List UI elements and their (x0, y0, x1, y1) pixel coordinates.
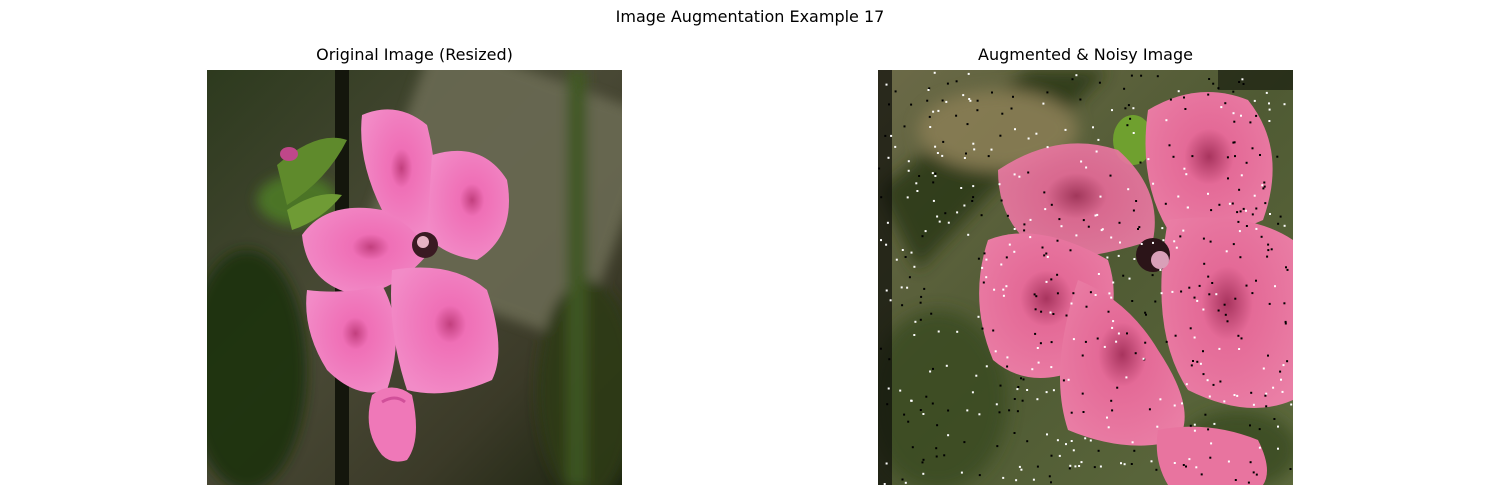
figure-suptitle: Image Augmentation Example 17 (615, 7, 885, 26)
original-image-title: Original Image (Resized) (316, 45, 513, 64)
figure: Image Augmentation Example 17 Original I… (0, 0, 1500, 500)
augmented-image (878, 70, 1293, 485)
original-image (207, 70, 622, 485)
augmented-image-title: Augmented & Noisy Image (978, 45, 1193, 64)
